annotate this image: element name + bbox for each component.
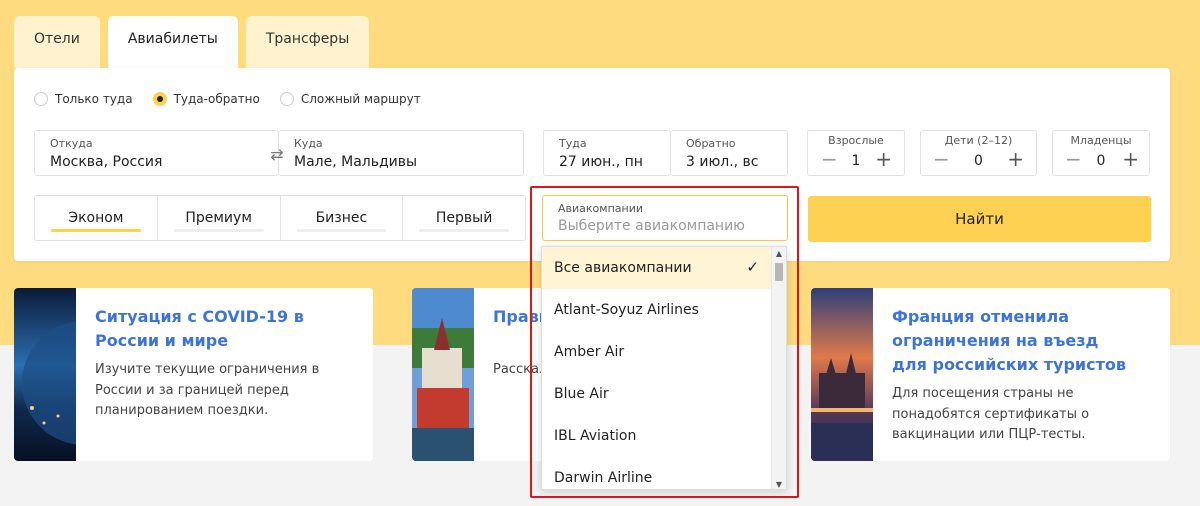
airline-option[interactable]: Blue Air [542,373,771,415]
infants-label: Младенцы [1070,134,1132,147]
radio-label: Туда-обратно [173,92,260,106]
airline-option[interactable]: IBL Aviation [542,415,771,457]
radio-button[interactable] [279,92,294,106]
adults-label: Взрослые [828,134,884,147]
destination-field[interactable]: Куда Мале, Мальдивы [278,130,524,176]
earth-image [14,288,76,461]
tab-hotels[interactable]: Отели [14,16,100,68]
origin-field[interactable]: Откуда Москва, Россия [34,130,279,176]
radio-one-way[interactable]: Только туда [34,92,133,106]
airline-label: Авиакомпании [558,202,643,215]
scroll-up-arrow-icon[interactable]: ▲ [772,249,786,258]
class-premium[interactable]: Премиум [158,196,281,240]
destination-value: Мале, Мальдивы [294,154,418,170]
cabin-class-selector: Эконом Премиум Бизнес Первый [34,195,526,241]
airline-option[interactable]: Все авиакомпании ✓ [542,247,771,289]
tab-flights[interactable]: Авиабилеты [107,16,238,72]
children-label: Дети (2–12) [944,134,1013,147]
class-label: Первый [435,210,493,226]
depart-date-value: 27 июн., пн [559,154,643,170]
infants-counter: Младенцы − 0 + [1052,130,1150,176]
radio-button-checked[interactable] [152,92,167,106]
airline-option[interactable]: Atlant-Soyuz Airlines [542,289,771,331]
airline-option[interactable]: Amber Air [542,331,771,373]
product-tabs: Отели Авиабилеты Трансферы [14,16,370,72]
class-first[interactable]: Первый [403,196,525,240]
class-indicator [296,229,387,232]
news-title[interactable]: Франция отменила ограничения на въезд дл… [892,305,1132,377]
swap-arrows-icon[interactable]: ⇄ [268,147,286,163]
plus-icon[interactable]: + [1122,149,1139,169]
trip-type-group: Только туда Туда-обратно Сложный маршрут [34,92,421,106]
option-label: Все авиакомпании [554,260,692,276]
class-business[interactable]: Бизнес [281,196,404,240]
search-form: Только туда Туда-обратно Сложный маршрут… [14,68,1170,261]
scandinavia-town-image [412,288,474,461]
news-description: Для посещения страны не понадобятся серт… [892,386,1090,442]
children-counter: Дети (2–12) − 0 + [920,130,1037,176]
news-title[interactable]: Ситуация с COVID-19 в России и мире [95,305,315,353]
class-label: Премиум [185,210,252,226]
radio-button[interactable] [34,92,48,106]
airline-select[interactable]: Авиакомпании Выберите авиакомпанию [542,195,788,241]
depart-date-label: Туда [559,137,587,150]
radio-round-trip[interactable]: Туда-обратно [152,92,260,106]
search-button[interactable]: Найти [808,196,1151,242]
news-description: Изучите текущие ограничения в России и з… [95,362,320,418]
return-date-label: Обратно [686,137,736,150]
destination-label: Куда [294,137,323,150]
depart-date-field[interactable]: Туда 27 июн., пн [543,130,671,176]
class-indicator [51,229,141,232]
return-date-field[interactable]: Обратно 3 июл., вс [670,130,788,176]
scroll-down-arrow-icon[interactable]: ▼ [772,480,786,489]
plus-icon[interactable]: + [875,149,892,169]
adults-counter: Взрослые − 1 + [807,130,905,176]
class-indicator [419,229,509,232]
radio-multi-city[interactable]: Сложный маршрут [279,92,421,106]
paris-evening-image [811,288,873,461]
news-card-covid[interactable]: Ситуация с COVID-19 в России и мире Изуч… [14,288,373,461]
origin-value: Москва, Россия [50,154,163,170]
radio-label: Только туда [55,92,133,106]
return-date-value: 3 июл., вс [686,154,759,170]
radio-label: Сложный маршрут [300,92,421,106]
class-label: Бизнес [315,210,368,226]
class-indicator [173,229,264,232]
dropdown-scrollbar[interactable]: ▲ ▼ [771,247,786,489]
class-economy[interactable]: Эконом [35,196,158,240]
airline-dropdown: Все авиакомпании ✓ Atlant-Soyuz Airlines… [541,246,787,490]
tab-transfers[interactable]: Трансферы [245,16,370,68]
plus-icon[interactable]: + [1007,149,1024,169]
news-card-france[interactable]: Франция отменила ограничения на въезд дл… [811,288,1170,461]
airline-option[interactable]: Darwin Airline [542,457,771,489]
class-label: Эконом [68,210,124,226]
checkmark-icon: ✓ [746,258,759,276]
airline-placeholder: Выберите авиакомпанию [558,218,745,234]
origin-label: Откуда [50,137,93,150]
scrollbar-thumb[interactable] [775,263,783,281]
